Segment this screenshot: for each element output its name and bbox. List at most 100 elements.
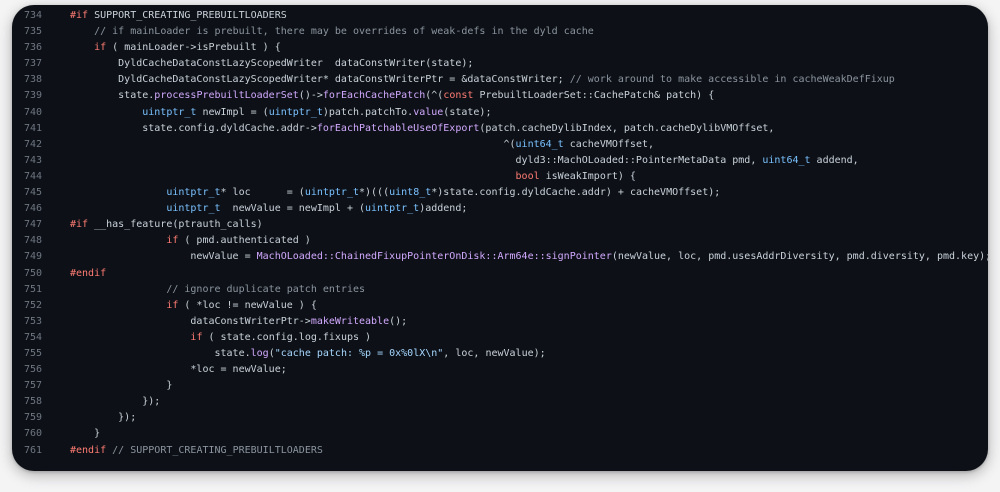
code-text: // if mainLoader is prebuilt, there may … [70, 24, 594, 40]
code-text: #if __has_feature(ptrauth_calls) [70, 217, 263, 233]
code-text: } [70, 426, 100, 442]
code-text: state.log("cache patch: %p = 0x%0lX\n", … [70, 346, 545, 362]
code-token: (newValue, loc, pmd.usesAddrDiversity, p… [611, 251, 988, 263]
code-token: // if mainLoader is prebuilt, there may … [94, 26, 594, 38]
code-token: uint8_t [389, 187, 432, 199]
code-token: forEachCachePatch [322, 90, 426, 102]
code-text: }); [70, 394, 160, 410]
code-token: log [250, 347, 269, 359]
code-token: MachOLoaded::ChainedFixupPointerOnDisk::… [256, 251, 612, 263]
line-number: 743 [23, 154, 42, 166]
code-token: } [70, 428, 101, 440]
code-text: #endif [70, 266, 106, 282]
code-token: uintptr_t [365, 203, 420, 215]
code-token: ^( [70, 138, 516, 150]
line-number: 748 [23, 235, 42, 247]
code-text: state.config.dyldCache.addr->forEachPatc… [70, 121, 774, 137]
code-text: if ( mainLoader->isPrebuilt ) { [70, 40, 281, 56]
code-token: uintptr_t [304, 187, 359, 199]
code-token: addend, [810, 154, 859, 166]
code-line: 735 // if mainLoader is prebuilt, there … [12, 24, 988, 40]
code-token: // work around to make accessible in cac… [569, 74, 895, 86]
code-text: *loc = newValue; [70, 362, 287, 378]
code-line: 752 if ( *loc != newValue ) { [12, 298, 988, 314]
code-token: ( mainLoader->isPrebuilt ) { [106, 42, 281, 54]
code-token: forEachPatchableUseOfExport [316, 122, 480, 134]
line-number: 753 [23, 315, 42, 327]
code-text: DyldCacheDataConstLazyScopedWriter dataC… [70, 56, 473, 72]
code-token: newValue = [70, 251, 257, 263]
code-text: uintptr_t newValue = newImpl + (uintptr_… [70, 201, 467, 217]
code-token: #if [70, 219, 89, 231]
code-token: uint64_t [762, 154, 811, 166]
code-token: }); [70, 412, 137, 424]
code-text: uintptr_t newImpl = (uintptr_t)patch.pat… [70, 105, 491, 121]
code-text: dataConstWriterPtr->makeWriteable(); [70, 314, 407, 330]
code-line: 738 DyldCacheDataConstLazyScopedWriter* … [12, 72, 988, 88]
code-token: *loc = newValue; [70, 364, 287, 376]
code-token: *)((( [359, 187, 390, 199]
code-token: newValue = newImpl + ( [220, 203, 366, 215]
code-line: 747 #if __has_feature(ptrauth_calls) [12, 217, 988, 233]
code-token: #if [70, 10, 89, 21]
code-line: 761 #endif // SUPPORT_CREATING_PREBUILTLO… [12, 443, 988, 459]
code-line: 742 ^(uint64_t cacheVMOffset, [12, 137, 988, 153]
code-line: 758 }); [12, 394, 988, 410]
code-token: DyldCacheDataConstLazyScopedWriter dataC… [70, 58, 474, 70]
code-text: }); [70, 410, 136, 426]
code-token: const [443, 90, 474, 102]
code-line: 749 newValue = MachOLoaded::ChainedFixup… [12, 249, 988, 265]
code-token: ( state.config.log.fixups ) [202, 331, 372, 343]
line-number: 761 [23, 444, 42, 456]
line-number: 759 [23, 412, 42, 424]
line-number: 746 [23, 203, 42, 215]
code-text: ^(uint64_t cacheVMOffset, [70, 137, 654, 153]
code-text: } [70, 378, 172, 394]
code-line: 740 uintptr_t newImpl = (uintptr_t)patch… [12, 105, 988, 121]
code-text: if ( pmd.authenticated ) [70, 233, 311, 249]
code-token: uintptr_t [142, 106, 197, 118]
code-line: 736 if ( mainLoader->isPrebuilt ) { [12, 40, 988, 56]
code-line: 734 #if SUPPORT_CREATING_PREBUILTLOADERS [12, 8, 988, 24]
code-text: uintptr_t* loc = (uintptr_t*)(((uint8_t*… [70, 185, 720, 201]
code-token: state. [70, 347, 251, 359]
code-token: ( pmd.authenticated ) [178, 235, 311, 247]
line-number: 744 [23, 170, 42, 182]
code-line: 759 }); [12, 410, 988, 426]
code-line: 744 bool isWeakImport) { [12, 169, 988, 185]
code-text: if ( state.config.log.fixups ) [70, 330, 371, 346]
code-token: state. [70, 90, 155, 102]
code-line: 745 uintptr_t* loc = (uintptr_t*)(((uint… [12, 185, 988, 201]
code-token: (^( [425, 90, 444, 102]
line-number: 750 [23, 267, 42, 279]
code-token: dataConstWriterPtr-> [70, 315, 311, 327]
code-line: 750 #endif [12, 266, 988, 282]
line-number: 736 [23, 42, 42, 54]
code-token: newImpl = ( [196, 106, 269, 118]
code-token: uintptr_t [268, 106, 323, 118]
line-number: 742 [23, 138, 42, 150]
code-token: __has_feature(ptrauth_calls) [88, 219, 263, 231]
code-line: 755 state.log("cache patch: %p = 0x%0lX\… [12, 346, 988, 362]
line-number: 738 [23, 74, 42, 86]
line-number: 756 [23, 364, 42, 376]
code-text: #endif // SUPPORT_CREATING_PREBUILTLOADE… [70, 443, 323, 459]
code-token: if [94, 42, 107, 54]
code-token: value [413, 106, 444, 118]
code-text: if ( *loc != newValue ) { [70, 298, 317, 314]
code-line: 754 if ( state.config.log.fixups ) [12, 330, 988, 346]
code-token: uintptr_t [166, 187, 221, 199]
code-line: 739 state.processPrebuiltLoaderSet()->fo… [12, 88, 988, 104]
code-token: state.config.dyldCache.addr-> [70, 122, 317, 134]
code-token: #endif [70, 444, 107, 456]
code-token: cacheVMOffset, [563, 138, 655, 150]
code-token: *)state.config.dyldCache.addr) + cacheVM… [431, 187, 721, 199]
code-line: 756 *loc = newValue; [12, 362, 988, 378]
line-number: 734 [23, 10, 42, 21]
code-token: makeWriteable [310, 315, 390, 327]
